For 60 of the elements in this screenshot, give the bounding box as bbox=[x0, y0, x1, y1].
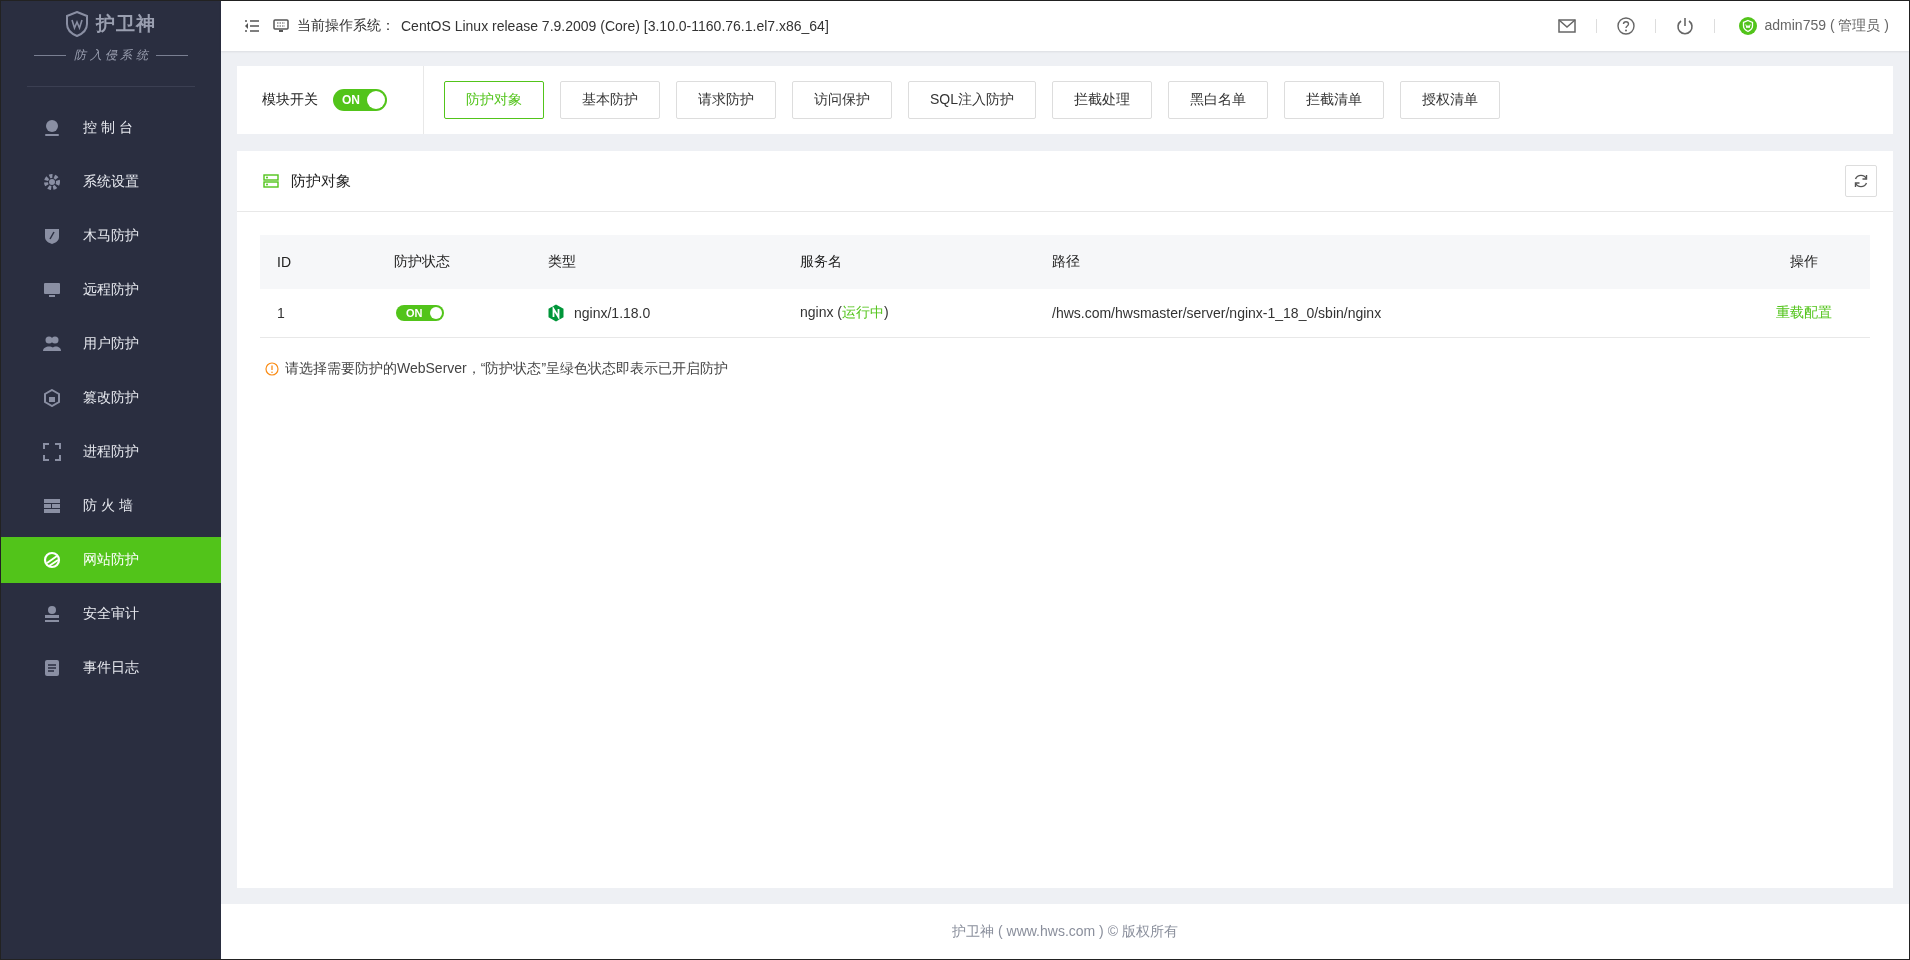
help-button[interactable] bbox=[1614, 15, 1637, 37]
logo-title: 护卫神 bbox=[96, 12, 156, 36]
tab[interactable]: 基本防护 bbox=[560, 81, 660, 119]
refresh-button[interactable] bbox=[1845, 165, 1877, 197]
logo-subtitle: 防 入 侵 系 统 bbox=[74, 47, 148, 64]
corner-brackets-icon bbox=[43, 443, 61, 461]
nav-item[interactable]: 防 火 墙 bbox=[1, 483, 221, 529]
table-cell: /hws.com/hwsmaster/server/nginx-1_18_0/sbin/nginx bbox=[1052, 304, 1382, 321]
shield-icon bbox=[43, 227, 61, 245]
tab[interactable]: 授权清单 bbox=[1400, 81, 1500, 119]
os-value: CentOS Linux release 7.9.2009 (Core) [3.10.0-1160.76.1.el7.x86_64] bbox=[401, 18, 829, 34]
monitor-icon bbox=[43, 281, 61, 299]
mail-button[interactable] bbox=[1555, 17, 1578, 35]
avatar-icon bbox=[1738, 17, 1757, 35]
menu-collapse-button[interactable] bbox=[243, 18, 261, 34]
module-switch-label: 模块开关 bbox=[262, 91, 318, 109]
tab[interactable]: SQL注入防护 bbox=[908, 81, 1036, 119]
nav-item[interactable]: 用户防护 bbox=[1, 321, 221, 367]
table-cell: nginx (运行中) bbox=[800, 303, 889, 320]
column-header: 防护状态 bbox=[378, 235, 547, 289]
users-icon bbox=[43, 335, 61, 353]
document-icon bbox=[43, 659, 61, 677]
column-header: ID bbox=[260, 235, 378, 289]
tab[interactable]: 请求防护 bbox=[676, 81, 776, 119]
footer-text: 护卫神 ( www.hws.com ) © 版权所有 bbox=[952, 922, 1178, 941]
os-label: 当前操作系统： bbox=[297, 17, 395, 35]
mail-icon bbox=[1557, 19, 1576, 33]
nav-item[interactable]: 木马防护 bbox=[1, 213, 221, 259]
refresh-icon bbox=[1853, 173, 1869, 189]
panel-title: 防护对象 bbox=[291, 171, 351, 191]
lock-hexagon-icon bbox=[43, 389, 61, 407]
nav-item[interactable]: 系统设置 bbox=[1, 159, 221, 205]
warning-icon bbox=[265, 361, 279, 376]
nav-item[interactable]: 控 制 台 bbox=[1, 105, 221, 151]
column-header: 服务名 bbox=[799, 235, 1051, 289]
tab[interactable]: 访问保护 bbox=[792, 81, 892, 119]
shield-icon bbox=[66, 11, 88, 37]
help-icon bbox=[1616, 17, 1635, 35]
user-name[interactable]: admin759 ( 管理员 ) bbox=[1764, 17, 1889, 35]
power-icon bbox=[1675, 17, 1694, 35]
brick-wall-icon bbox=[43, 497, 61, 515]
nav-item[interactable]: 进程防护 bbox=[1, 429, 221, 475]
monitor-icon bbox=[273, 19, 289, 33]
tab[interactable]: 拦截清单 bbox=[1284, 81, 1384, 119]
nav-item[interactable]: 事件日志 bbox=[1, 645, 221, 691]
tab[interactable]: 拦截处理 bbox=[1052, 81, 1152, 119]
server-icon bbox=[263, 174, 279, 188]
nav-item[interactable]: 篡改防护 bbox=[1, 375, 221, 421]
column-header: 操作 bbox=[1738, 235, 1870, 289]
nav-item[interactable]: 安全审计 bbox=[1, 591, 221, 637]
table-cell: 1 bbox=[260, 289, 378, 337]
table-cell: nginx/1.18.0 bbox=[574, 304, 651, 321]
menu-icon bbox=[245, 20, 259, 32]
column-header: 类型 bbox=[547, 235, 799, 289]
nav-item[interactable]: 远程防护 bbox=[1, 267, 221, 313]
tab[interactable]: 黑白名单 bbox=[1168, 81, 1268, 119]
hint-text: 请选择需要防护的WebServer，“防护状态”呈绿色状态即表示已开启防护 bbox=[285, 359, 729, 378]
hexagon-n-icon bbox=[548, 303, 564, 322]
column-header: 路径 bbox=[1051, 235, 1738, 289]
gear-icon bbox=[43, 173, 61, 191]
